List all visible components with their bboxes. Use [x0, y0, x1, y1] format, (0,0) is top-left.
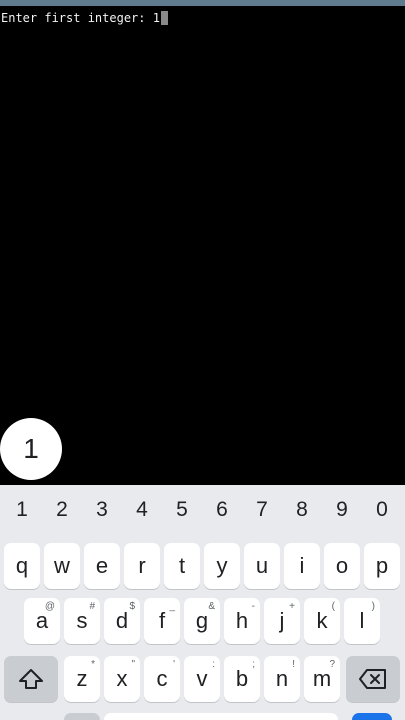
key-h[interactable]: h- — [224, 598, 260, 644]
terminal-line: Enter first integer: 1 — [1, 10, 168, 26]
number-row: 1 2 3 4 5 6 7 8 9 0 — [0, 495, 405, 525]
key-z[interactable]: z * — [64, 656, 100, 702]
number-key-6[interactable]: 6 — [202, 495, 242, 525]
key-s[interactable]: s # — [64, 598, 100, 644]
key-label: o — [335, 553, 349, 578]
key-hint: _ — [169, 601, 175, 612]
key-label: w — [54, 553, 70, 578]
key-o[interactable]: o — [324, 543, 360, 589]
key-hint: - — [251, 601, 255, 612]
key-hint: @ — [44, 601, 55, 612]
backspace-icon — [346, 656, 400, 702]
key-g[interactable]: g & — [184, 598, 220, 644]
number-key-1[interactable]: 1 — [2, 495, 42, 525]
bottom-row-key-left[interactable] — [64, 713, 100, 720]
shift-key[interactable] — [4, 656, 58, 702]
key-x[interactable]: x " — [104, 656, 140, 702]
enter-key[interactable] — [352, 713, 392, 720]
key-hint: " — [131, 659, 135, 670]
key-label: y — [216, 553, 228, 578]
key-d[interactable]: d $ — [104, 598, 140, 644]
key-c[interactable]: c ' — [144, 656, 180, 702]
key-y[interactable]: y — [204, 543, 240, 589]
number-key-8[interactable]: 8 — [282, 495, 322, 525]
key-n[interactable]: n! — [264, 656, 300, 702]
key-hint: : — [212, 659, 215, 670]
key-preview-bubble: 1 — [0, 418, 62, 480]
key-preview-char: 1 — [23, 433, 39, 464]
key-hint: ( — [331, 601, 335, 612]
key-hint: ; — [252, 659, 255, 670]
key-hint: ! — [292, 659, 295, 670]
key-m[interactable]: m? — [304, 656, 340, 702]
key-e[interactable]: e — [84, 543, 120, 589]
key-p[interactable]: p — [364, 543, 400, 589]
number-key-3[interactable]: 3 — [82, 495, 122, 525]
delete-key[interactable] — [346, 656, 400, 702]
key-i[interactable]: i — [284, 543, 320, 589]
key-hint: + — [289, 601, 295, 612]
number-key-9[interactable]: 9 — [322, 495, 362, 525]
key-t[interactable]: t — [164, 543, 200, 589]
text-cursor — [160, 11, 168, 25]
key-hint: & — [208, 601, 215, 612]
key-hint: ) — [371, 601, 375, 612]
space-bar[interactable] — [104, 713, 338, 720]
number-key-2[interactable]: 2 — [42, 495, 82, 525]
key-hint: ' — [173, 659, 175, 670]
key-label: e — [95, 553, 109, 578]
key-hint: ? — [329, 659, 335, 670]
number-key-0[interactable]: 0 — [362, 495, 402, 525]
key-j[interactable]: j + — [264, 598, 300, 644]
terminal-area[interactable]: Enter first integer: 1 — [0, 6, 405, 485]
key-label: q — [15, 553, 29, 578]
key-label: r — [138, 553, 146, 578]
number-key-7[interactable]: 7 — [242, 495, 282, 525]
key-a[interactable]: a @ — [24, 598, 60, 644]
key-r[interactable]: r — [124, 543, 160, 589]
key-label: p — [375, 553, 389, 578]
number-key-5[interactable]: 5 — [162, 495, 202, 525]
terminal-input: 1 — [152, 11, 160, 25]
key-f[interactable]: f _ — [144, 598, 180, 644]
key-k[interactable]: k( — [304, 598, 340, 644]
key-label: u — [255, 553, 269, 578]
key-b[interactable]: b; — [224, 656, 260, 702]
key-u[interactable]: u — [244, 543, 280, 589]
key-hint: # — [89, 601, 95, 612]
key-label: i — [299, 553, 305, 578]
shift-icon — [4, 656, 58, 702]
key-q[interactable]: q — [4, 543, 40, 589]
key-hint: * — [91, 659, 95, 670]
key-label: t — [178, 553, 186, 578]
key-v[interactable]: v: — [184, 656, 220, 702]
terminal-prompt: Enter first integer: — [1, 11, 153, 25]
key-hint: $ — [129, 601, 135, 612]
number-key-4[interactable]: 4 — [122, 495, 162, 525]
key-w[interactable]: w — [44, 543, 80, 589]
soft-keyboard: 1 2 3 4 5 6 7 8 9 0 q w e r t y u i o p … — [0, 485, 405, 720]
key-l[interactable]: l) — [344, 598, 380, 644]
